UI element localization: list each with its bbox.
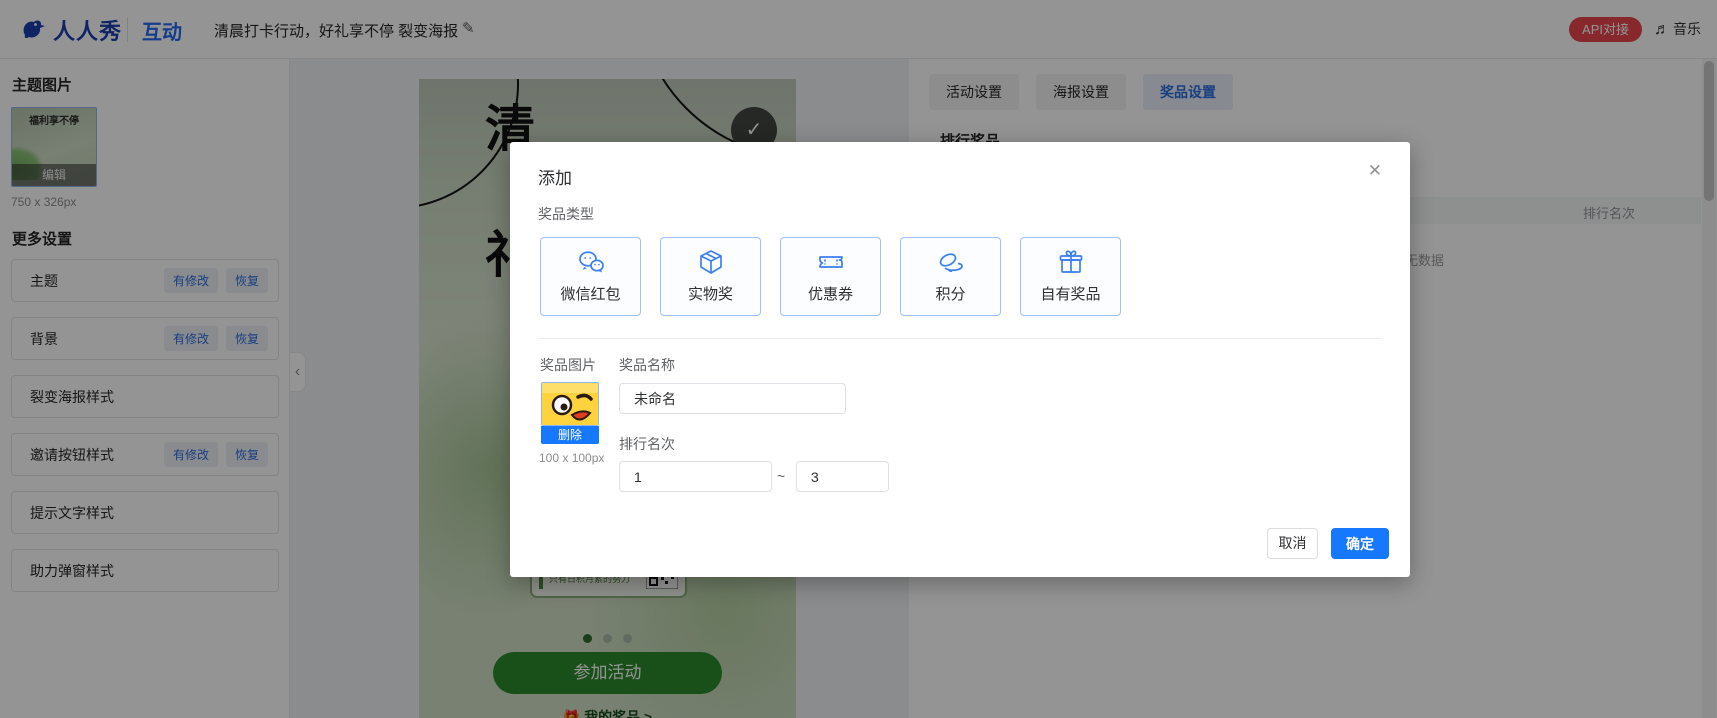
- type-card-wechat-redpacket[interactable]: 微信红包: [540, 237, 641, 316]
- image-size-hint: 100 x 100px: [539, 451, 604, 465]
- prize-type-label: 奖品类型: [538, 204, 594, 224]
- prize-name-input[interactable]: [619, 383, 846, 414]
- prize-image-thumbnail[interactable]: [541, 382, 599, 426]
- divider: [538, 338, 1382, 339]
- confirm-button[interactable]: 确定: [1331, 528, 1389, 559]
- close-icon[interactable]: ✕: [1368, 162, 1382, 179]
- type-label: 优惠券: [808, 283, 853, 304]
- type-label: 微信红包: [560, 283, 620, 304]
- rank-range-label: 排行名次: [619, 434, 675, 454]
- coins-icon: [936, 249, 966, 275]
- type-card-own-prize[interactable]: 自有奖品: [1020, 237, 1121, 316]
- box-icon: [697, 249, 725, 275]
- cancel-button[interactable]: 取消: [1267, 528, 1318, 559]
- prize-image-label: 奖品图片: [540, 355, 596, 375]
- rank-from-input[interactable]: [619, 461, 772, 492]
- rank-tilde: ~: [777, 468, 785, 484]
- type-card-physical-prize[interactable]: 实物奖: [660, 237, 761, 316]
- dialog-title: 添加: [538, 164, 572, 189]
- prize-type-options: 微信红包 实物奖 优惠券 积分: [540, 237, 1121, 316]
- wechat-icon: [577, 249, 605, 275]
- ticket-icon: [817, 249, 845, 275]
- type-label: 自有奖品: [1040, 283, 1100, 304]
- type-card-coupon[interactable]: 优惠券: [780, 237, 881, 316]
- emoji-face-image: [542, 383, 599, 426]
- prize-name-label: 奖品名称: [619, 355, 675, 375]
- type-label: 积分: [935, 283, 965, 304]
- rank-to-input[interactable]: [796, 461, 889, 492]
- delete-image-button[interactable]: 删除: [541, 426, 599, 444]
- gift-icon: [1057, 249, 1085, 275]
- add-prize-dialog: 添加 ✕ 奖品类型 微信红包 实物奖: [510, 142, 1410, 577]
- type-card-points[interactable]: 积分: [900, 237, 1001, 316]
- type-label: 实物奖: [688, 283, 733, 304]
